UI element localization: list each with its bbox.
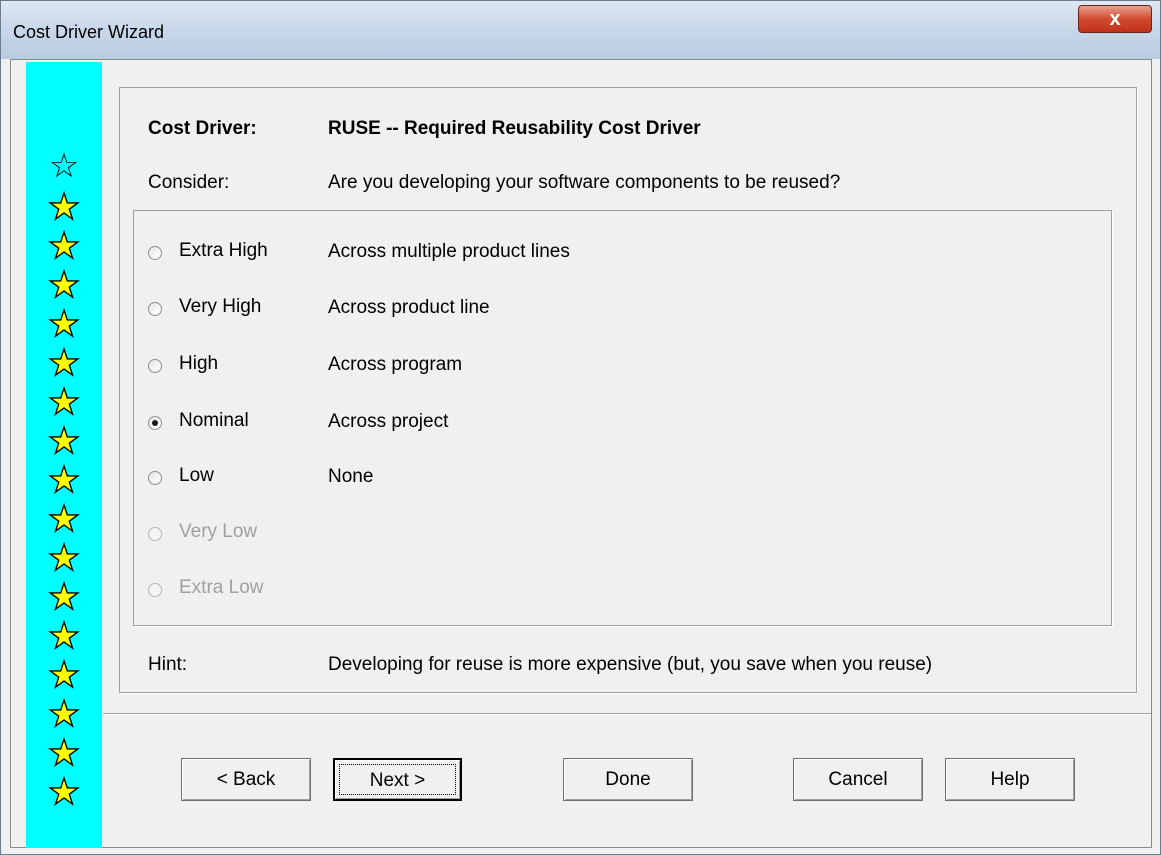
rating-label: Nominal: [179, 410, 249, 431]
star-filled-icon: ★: [47, 655, 81, 696]
star-filled-icon: ★: [47, 577, 81, 618]
rating-description: Across product line: [328, 297, 490, 318]
radio-button[interactable]: [148, 246, 162, 260]
cost-driver-label: Cost Driver:: [148, 118, 257, 139]
rating-description: Across program: [328, 354, 463, 375]
star-filled-icon: ★: [47, 733, 81, 774]
next-button[interactable]: Next >: [333, 758, 462, 801]
rating-options-group: [133, 210, 1112, 626]
window-title: Cost Driver Wizard: [13, 22, 165, 42]
rating-label: Low: [179, 465, 214, 486]
radio-button[interactable]: [148, 302, 162, 316]
star-filled-icon: ★: [47, 499, 81, 540]
title-bar[interactable]: Cost Driver Wizard x: [1, 1, 1160, 59]
star-filled-icon: ★: [47, 304, 81, 345]
star-filled-icon: ★: [47, 616, 81, 657]
rating-description: Across project: [328, 411, 449, 432]
star-filled-icon: ★: [47, 694, 81, 735]
radio-button-selected[interactable]: [148, 416, 162, 430]
star-filled-icon: ★: [47, 382, 81, 423]
separator-line: [103, 713, 1151, 715]
star-filled-icon: ★: [47, 538, 81, 579]
star-filled-icon: ★: [47, 460, 81, 501]
done-button[interactable]: Done: [563, 758, 693, 801]
hint-value: Developing for reuse is more expensive (…: [328, 654, 933, 675]
rating-label: Very Low: [179, 521, 258, 542]
help-button[interactable]: Help: [945, 758, 1075, 801]
radio-button[interactable]: [148, 359, 162, 373]
star-filled-icon: ★: [47, 265, 81, 306]
radio-button-disabled: [148, 583, 162, 597]
close-button[interactable]: x: [1078, 5, 1152, 33]
consider-label: Consider:: [148, 172, 230, 193]
rating-label: Very High: [179, 296, 262, 317]
consider-value: Are you developing your software compone…: [328, 172, 841, 193]
rating-label: Extra High: [179, 240, 268, 261]
star-filled-icon: ★: [47, 772, 81, 813]
rating-description: Across multiple product lines: [328, 241, 570, 262]
back-button[interactable]: < Back: [181, 758, 311, 801]
star-filled-icon: ★: [47, 421, 81, 462]
progress-stars-panel: ☆ ★ ★ ★ ★ ★ ★ ★ ★ ★ ★ ★ ★ ★ ★ ★ ★: [26, 62, 102, 848]
close-icon: x: [1109, 8, 1121, 30]
rating-label: High: [179, 353, 219, 374]
rating-description: None: [328, 466, 374, 487]
cost-driver-value: RUSE -- Required Reusability Cost Driver: [328, 118, 701, 139]
hint-label: Hint:: [148, 654, 188, 675]
rating-label: Extra Low: [179, 577, 264, 598]
star-outline-icon: ☆: [48, 146, 80, 186]
radio-button[interactable]: [148, 471, 162, 485]
star-filled-icon: ★: [47, 226, 81, 267]
radio-dot-icon: [152, 420, 158, 426]
cancel-button[interactable]: Cancel: [793, 758, 923, 801]
next-button-label: Next >: [339, 764, 456, 795]
star-filled-icon: ★: [47, 187, 81, 228]
radio-button-disabled: [148, 527, 162, 541]
star-filled-icon: ★: [47, 343, 81, 384]
